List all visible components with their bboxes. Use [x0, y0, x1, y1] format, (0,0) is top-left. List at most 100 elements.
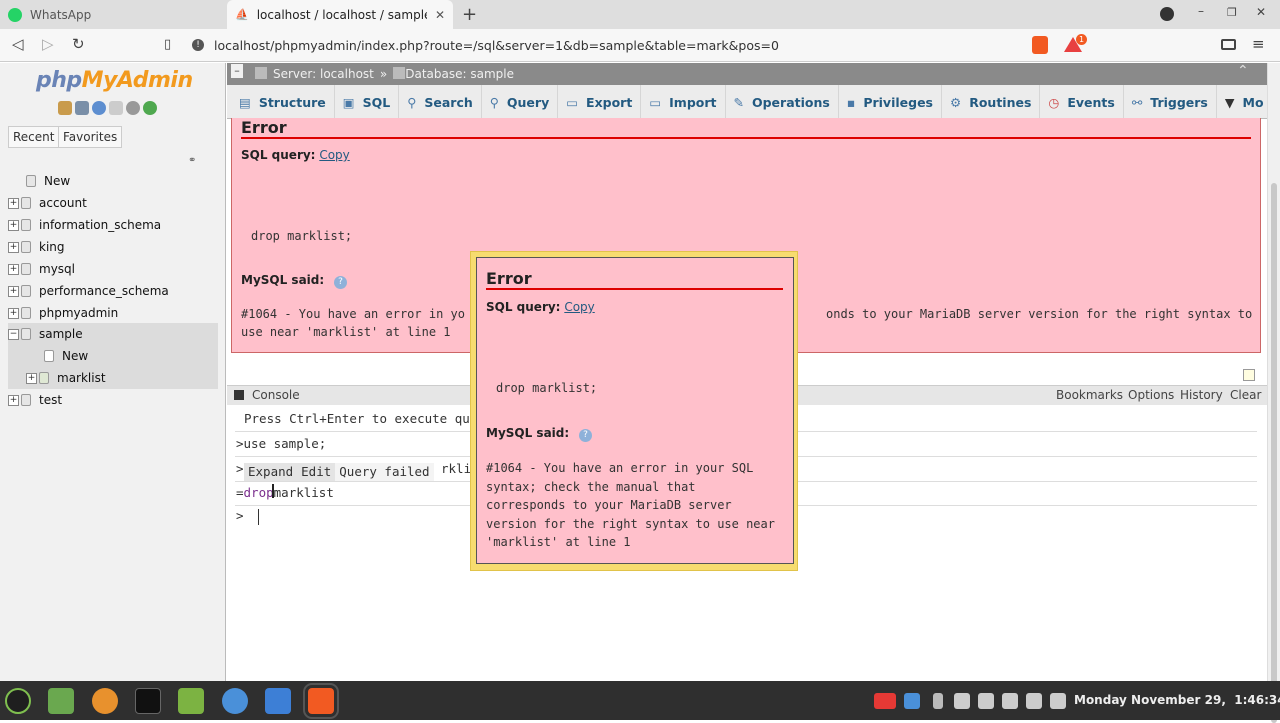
new-tab-icon[interactable]: +	[462, 4, 477, 25]
tab-privileges[interactable]: ▪ Privileges	[839, 85, 942, 119]
tab-export[interactable]: ▭ Export	[558, 85, 642, 119]
tab-triggers[interactable]: ⚯ Triggers	[1124, 85, 1217, 119]
tree-item-information-schema[interactable]: + information_schema	[8, 214, 218, 236]
firefox-icon[interactable]	[92, 688, 118, 714]
recent-button[interactable]: Recent	[8, 126, 60, 148]
screenshot-tray-icon[interactable]	[904, 693, 920, 709]
reload-icon[interactable]: ↻	[72, 35, 85, 53]
tree-item-marklist[interactable]: + marklist	[8, 367, 218, 389]
tab-import[interactable]: ▭ Import	[641, 85, 726, 119]
favorites-button[interactable]: Favorites	[58, 126, 123, 148]
breadcrumb-database[interactable]: Database: sample	[405, 67, 514, 81]
expand-icon[interactable]: +	[8, 307, 19, 319]
url-field[interactable]: ! localhost/phpmyadmin/index.php?route=/…	[192, 32, 1022, 58]
tab-whatsapp[interactable]: WhatsApp	[0, 0, 226, 29]
mysql-said-label: MySQL said:	[241, 273, 325, 287]
tab-query[interactable]: ⚲ Query	[482, 85, 559, 119]
maximize-icon[interactable]: ❐	[1227, 6, 1237, 19]
refresh-icon[interactable]	[143, 101, 157, 115]
brave-shield-icon[interactable]	[1032, 36, 1048, 54]
hamburger-menu-icon[interactable]: ≡	[1252, 35, 1265, 53]
console-input[interactable]	[258, 509, 259, 525]
anydesk-icon[interactable]	[874, 693, 896, 709]
console-clear-link[interactable]: Clear	[1230, 388, 1261, 402]
tab-search[interactable]: ⚲ Search	[399, 85, 482, 119]
screenshot-app-icon[interactable]	[265, 688, 291, 714]
home-icon[interactable]	[58, 101, 72, 115]
tab-events[interactable]: ◷ Events	[1040, 85, 1124, 119]
modal-copy-link[interactable]: Copy	[564, 300, 594, 314]
settings-icon[interactable]	[126, 101, 140, 115]
tree-item-sample-new[interactable]: New	[8, 345, 218, 367]
expand-icon[interactable]: +	[8, 394, 19, 406]
collapse-nav-icon[interactable]: –	[231, 64, 243, 78]
tab-operations[interactable]: ✎ Operations	[726, 85, 839, 119]
copy-link[interactable]: Copy	[319, 148, 349, 162]
console-bookmarks-link[interactable]: Bookmarks	[1056, 388, 1123, 402]
exit-icon[interactable]	[75, 101, 89, 115]
tree-item-new[interactable]: New	[8, 170, 218, 192]
breadcrumb-server[interactable]: Server: localhost	[273, 67, 374, 81]
show-desktop-icon[interactable]	[48, 688, 74, 714]
expand-icon[interactable]: +	[8, 241, 19, 253]
clipboard-icon[interactable]	[954, 693, 970, 709]
browser-menu-icon[interactable]	[1160, 7, 1174, 21]
close-window-icon[interactable]: ✕	[1256, 5, 1266, 19]
tab-structure[interactable]: ▤ Structure	[227, 85, 335, 119]
shield-icon[interactable]	[978, 693, 994, 709]
wallet-icon[interactable]	[1221, 39, 1236, 50]
scroll-top-icon[interactable]: ⌃	[1237, 63, 1249, 79]
console-options-link[interactable]: Options	[1128, 388, 1174, 402]
expand-icon[interactable]: +	[8, 219, 19, 231]
mint-menu-icon[interactable]	[5, 688, 31, 714]
tree-item-phpmyadmin[interactable]: + phpmyadmin	[8, 302, 218, 324]
help-icon[interactable]	[92, 101, 106, 115]
export-icon: ▭	[566, 94, 579, 110]
expand-action[interactable]: Expand	[244, 463, 297, 482]
page-scrollbar[interactable]	[1267, 63, 1280, 723]
battery-icon[interactable]	[1050, 693, 1066, 709]
back-icon[interactable]: ◁	[12, 35, 24, 53]
tab-phpmyadmin[interactable]: ⛵ localhost / localhost / sample ✕	[227, 0, 453, 29]
modal-sql-query-label: SQL query:	[486, 300, 561, 314]
tab-sql[interactable]: ▣ SQL	[335, 85, 400, 119]
collapse-icon[interactable]: −	[8, 328, 19, 340]
console-history-link[interactable]: History	[1180, 388, 1223, 402]
console-failed-query: = drop marklist	[236, 485, 334, 500]
expand-icon[interactable]: +	[8, 263, 19, 275]
expand-icon[interactable]: +	[26, 372, 37, 384]
help-icon[interactable]: ?	[334, 276, 348, 289]
tree-item-sample[interactable]: − sample	[8, 323, 218, 345]
tab-more[interactable]: ▼ Mo	[1217, 85, 1272, 119]
terminal-icon[interactable]	[135, 688, 161, 714]
new-window-icon[interactable]	[1243, 369, 1255, 381]
settings-app-icon[interactable]	[222, 688, 248, 714]
tree-item-king[interactable]: + king	[8, 236, 218, 258]
help-icon[interactable]: ?	[579, 429, 593, 442]
clock[interactable]: Monday November 29, 1:46:34 PM	[1074, 693, 1280, 707]
tree-item-mysql[interactable]: + mysql	[8, 258, 218, 280]
modal-error-message: #1064 - You have an error in your SQL sy…	[486, 461, 775, 549]
tree-item-performance-schema[interactable]: + performance_schema	[8, 280, 218, 302]
brave-browser-icon[interactable]	[303, 683, 339, 719]
scrollbar-thumb[interactable]	[1271, 183, 1277, 723]
close-tab-icon[interactable]: ✕	[435, 8, 445, 22]
forward-icon[interactable]: ▷	[42, 35, 54, 53]
tree-item-account[interactable]: + account	[8, 192, 218, 214]
link-collapse-icon[interactable]: ⚭	[188, 155, 196, 166]
network-icon[interactable]	[1002, 693, 1018, 709]
minimize-icon[interactable]: –	[1198, 4, 1204, 18]
phpmyadmin-logo[interactable]: phpMyAdmin	[36, 68, 193, 93]
caret-down-icon: ▼	[1224, 94, 1235, 110]
tab-routines[interactable]: ⚙ Routines	[942, 85, 1041, 119]
edit-action[interactable]: Edit	[297, 463, 335, 482]
bookmark-icon[interactable]: ▯	[164, 37, 171, 52]
volume-icon[interactable]	[1026, 693, 1042, 709]
expand-icon[interactable]: +	[8, 197, 19, 209]
bluetooth-icon[interactable]	[933, 693, 943, 709]
query-actions: Expand Edit Query failed	[244, 463, 434, 482]
expand-icon[interactable]: +	[8, 285, 19, 297]
tree-item-test[interactable]: + test	[8, 389, 218, 411]
files-icon[interactable]	[178, 688, 204, 714]
docs-icon[interactable]	[109, 101, 123, 115]
